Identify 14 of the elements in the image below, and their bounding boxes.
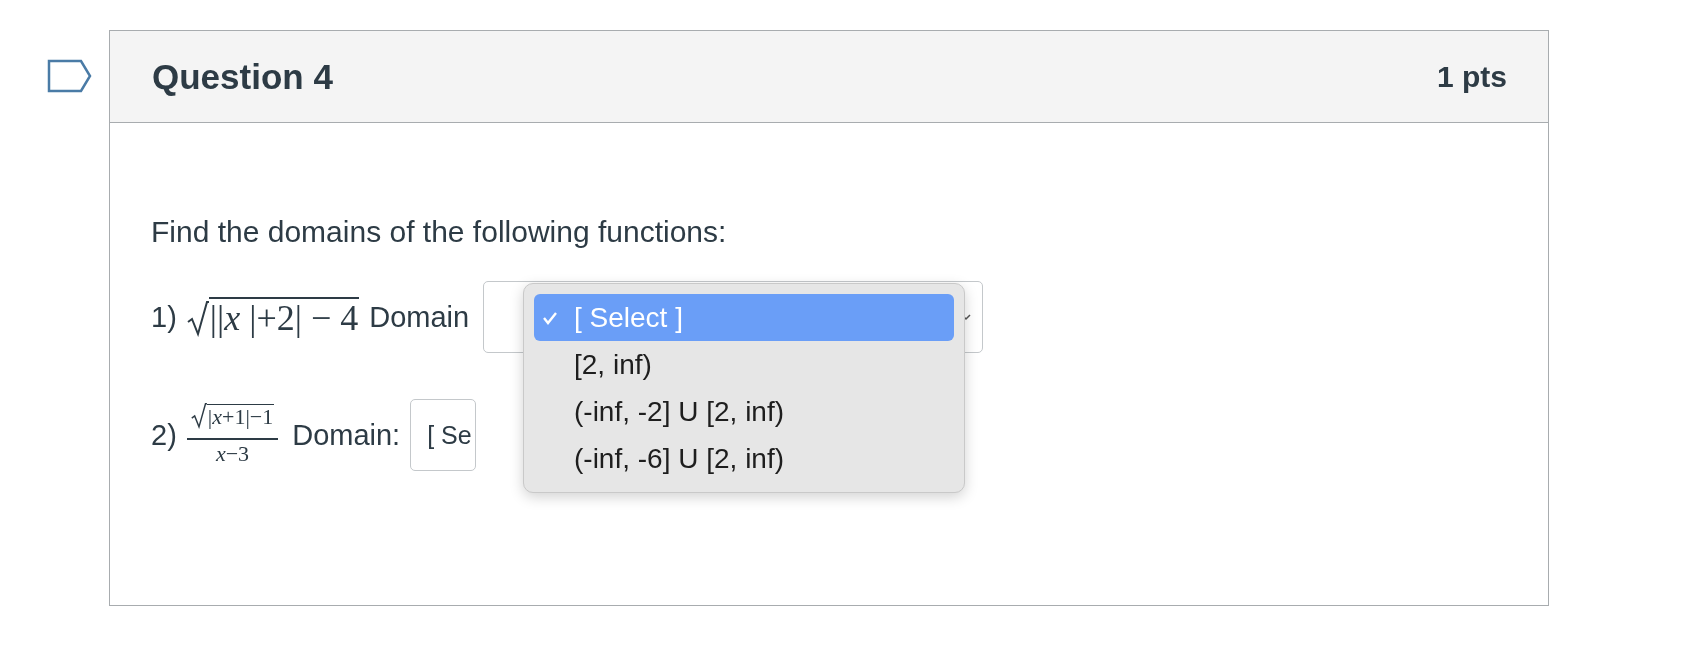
domain-label: Domain xyxy=(369,300,470,334)
dropdown-option[interactable]: (-inf, -2] U [2, inf) xyxy=(534,388,954,435)
domain-label: Domain: xyxy=(292,418,401,452)
math-expression: ||x |+2| − 4 xyxy=(208,297,360,337)
item-number: 2) xyxy=(151,418,177,452)
dropdown-option[interactable]: (-inf, -6] U [2, inf) xyxy=(534,435,954,482)
math-expression: |x+1|−1 xyxy=(206,403,275,429)
question-title: Question 4 xyxy=(152,56,333,97)
question-prompt: Find the domains of the following functions: xyxy=(151,214,728,250)
item-number: 1) xyxy=(151,300,177,334)
select-field[interactable]: [ Se xyxy=(410,399,476,471)
points-label: 1 pts xyxy=(1436,59,1507,94)
math-expression: x−3 xyxy=(215,439,250,468)
dropdown-option[interactable]: [2, inf) xyxy=(534,341,954,388)
